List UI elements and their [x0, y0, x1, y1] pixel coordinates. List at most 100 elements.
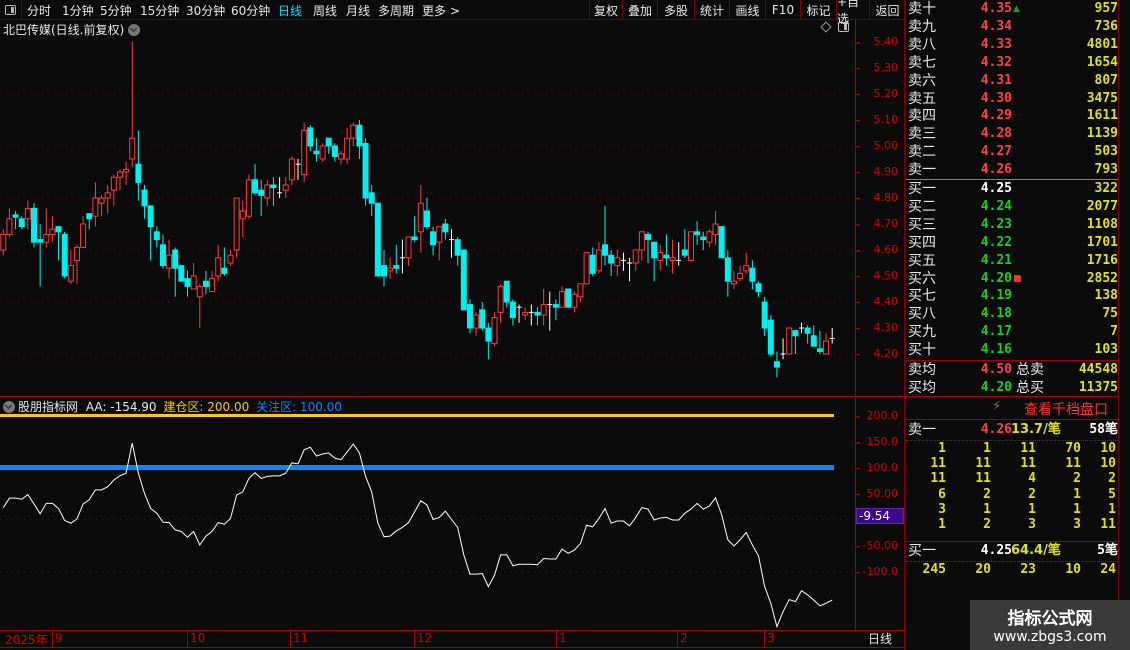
indicator-chart[interactable] [0, 397, 852, 630]
avg-per-order: 64.4/笔 [1011, 543, 1061, 558]
ask-row[interactable]: 卖二 4.27 503 [906, 143, 1118, 161]
row-qty: 1108 [1086, 216, 1118, 232]
bid-ask-divider [906, 179, 1118, 180]
tab-period-2[interactable]: 5分钟 [100, 2, 132, 19]
tab-period-8[interactable]: 月线 [346, 2, 370, 19]
candle-body [786, 327, 793, 355]
candle [534, 307, 541, 326]
candle [18, 216, 25, 230]
candle-body [282, 184, 289, 191]
bid-row[interactable]: 买三 4.23 1108 [906, 216, 1118, 234]
toolbar-button-6[interactable]: 标记 [800, 0, 836, 20]
bid-row[interactable]: 买四 4.22 1701 [906, 234, 1118, 252]
depth-link-row[interactable]: ⚡ 查看千档盘口 [906, 398, 1118, 418]
bid-row[interactable]: 买九 4.17 7 [906, 323, 1118, 341]
toolbar-button-2[interactable]: 多股 [657, 0, 694, 20]
queue-size: 2 [983, 486, 991, 502]
candle [681, 229, 688, 258]
tab-period-4[interactable]: 30分钟 [186, 2, 225, 19]
row-label: 卖二 [908, 144, 936, 161]
tab-period-6[interactable]: 日线 [278, 2, 302, 19]
candle-body [645, 233, 651, 241]
queue-summary-row[interactable]: 卖一 4.26 58笔 13.7/笔 [906, 421, 1118, 439]
tab-period-10[interactable]: 更多 > [422, 2, 460, 19]
candle-body [387, 267, 394, 272]
candle [331, 143, 338, 162]
queue-size: 11 [930, 471, 946, 487]
tab-period-3[interactable]: 15分钟 [140, 2, 179, 19]
ask-row[interactable]: 卖十 4.35 957 ▲ [906, 0, 1118, 18]
bid-row[interactable]: 买一 4.25 322 [906, 180, 1118, 198]
candlestick-chart[interactable] [0, 0, 852, 396]
tab-period-1[interactable]: 1分钟 [62, 2, 94, 19]
tab-period-7[interactable]: 周线 [313, 2, 337, 19]
bid-row[interactable]: 买七 4.19 138 [906, 287, 1118, 305]
tab-period-5[interactable]: 60分钟 [231, 2, 270, 19]
row-label: 卖七 [908, 54, 936, 71]
candle [473, 312, 480, 336]
ask-row[interactable]: 卖八 4.33 4801 [906, 36, 1118, 54]
row-price: 4.16 [980, 342, 1012, 358]
toolbar-button-3[interactable]: 统计 [694, 0, 729, 20]
candle-body [288, 158, 295, 181]
toolbar-button-4[interactable]: 画线 [729, 0, 765, 20]
row-qty: 3475 [1086, 90, 1118, 106]
queue-size: 1 [938, 517, 946, 532]
row-price: 4.34 [980, 18, 1012, 34]
bid-row[interactable]: 买六 4.20 2852 ■ [906, 270, 1118, 288]
candle-body [804, 327, 811, 334]
candle-body [319, 145, 326, 160]
candle [37, 224, 44, 287]
ask-row[interactable]: 卖七 4.32 1654 [906, 54, 1118, 72]
ask-row[interactable]: 卖四 4.29 1611 [906, 107, 1118, 125]
bid-row[interactable]: 买五 4.21 1716 [906, 252, 1118, 270]
period-label[interactable]: 日线 [856, 630, 904, 648]
ask-row[interactable]: 卖一 4.26 793 [906, 161, 1118, 179]
candle [417, 185, 424, 253]
summary-row[interactable]: 卖均 4.50 44548 总卖 [906, 361, 1118, 379]
toolbar-button-1[interactable]: 叠加 [622, 0, 657, 20]
row-qty: 7 [1110, 324, 1118, 340]
summary-row[interactable]: 买均 4.20 11375 总买 [906, 379, 1118, 397]
candle [184, 270, 191, 297]
toolbar-button-7[interactable]: +自选 [836, 0, 869, 26]
candle [810, 325, 817, 347]
candle [209, 270, 216, 293]
row-price: 4.29 [980, 108, 1012, 124]
candle-body [264, 184, 271, 199]
price-tick-label: 4.50 [873, 269, 899, 282]
row-qty: 322 [1094, 181, 1118, 196]
candle-body [767, 319, 774, 355]
candle-body [436, 226, 443, 243]
date-label: 2025年 [5, 633, 48, 647]
ask-row[interactable]: 卖五 4.30 3475 [906, 90, 1118, 108]
candle [559, 286, 566, 308]
bid-row[interactable]: 买十 4.16 103 [906, 341, 1118, 359]
tab-period-0[interactable]: 分时 [27, 2, 51, 19]
candle [651, 241, 658, 282]
current-value-label: -9.54 [856, 508, 904, 524]
toolbar-button-8[interactable]: 返回 [869, 0, 905, 20]
candle-body [147, 205, 154, 228]
candle [676, 242, 682, 266]
view-depth-link[interactable]: 查看千档盘口 [1024, 399, 1108, 419]
row-price: 4.31 [980, 72, 1012, 88]
toolbar-button-5[interactable]: F10 [765, 0, 800, 20]
candle [288, 156, 295, 185]
queue-size: 23 [1020, 562, 1036, 577]
candle [172, 247, 179, 297]
candle [104, 185, 111, 214]
date-label: 11 [290, 631, 308, 647]
ask-row[interactable]: 卖三 4.28 1139 [906, 125, 1118, 143]
ask-row[interactable]: 卖六 4.31 807 [906, 72, 1118, 90]
tab-period-9[interactable]: 多周期 [378, 2, 414, 19]
queue-summary-row[interactable]: 买一 4.25 5笔 64.4/笔 [906, 542, 1118, 560]
ask-row[interactable]: 卖九 4.34 736 [906, 18, 1118, 36]
bid-row[interactable]: 买二 4.24 2077 [906, 198, 1118, 216]
price-tick-label: 4.60 [873, 243, 899, 256]
queue-size: 1 [1108, 501, 1116, 517]
bid-row[interactable]: 买八 4.18 75 [906, 305, 1118, 323]
toolbar-button-0[interactable]: 复权 [589, 0, 622, 20]
price-tick-label: 4.70 [873, 217, 899, 230]
candle [277, 177, 283, 198]
